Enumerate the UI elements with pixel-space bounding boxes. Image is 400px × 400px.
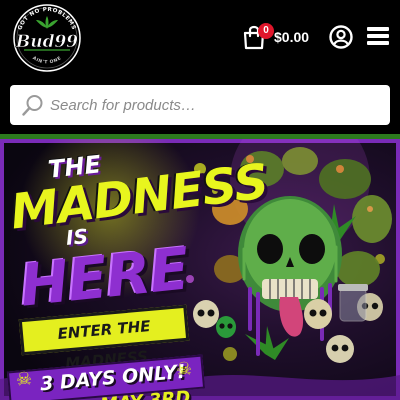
site-header: GOT NO PROBLEMS Bud99 AIN'T ONE 0 $0.00 (0, 0, 400, 76)
skull-right-icon: ☠ (175, 358, 193, 380)
user-circle-icon (329, 25, 353, 49)
cart-total[interactable]: $0.00 (274, 29, 309, 45)
logo-badge-icon: GOT NO PROBLEMS Bud99 AIN'T ONE (13, 4, 81, 72)
search-icon[interactable] (22, 94, 44, 116)
hamburger-menu-button[interactable] (367, 26, 389, 46)
promo-banner[interactable]: THE MADNESS IS HERE ENTER THE MADNESS ☠ … (0, 139, 400, 400)
svg-text:Bud99: Bud99 (15, 32, 78, 52)
site-logo[interactable]: GOT NO PROBLEMS Bud99 AIN'T ONE (10, 3, 84, 73)
account-button[interactable] (329, 25, 353, 49)
search-input[interactable] (50, 90, 380, 120)
hamburger-menu-icon (367, 27, 389, 31)
skull-left-icon: ☠ (15, 368, 33, 390)
cart-count-badge: 0 (258, 23, 274, 39)
